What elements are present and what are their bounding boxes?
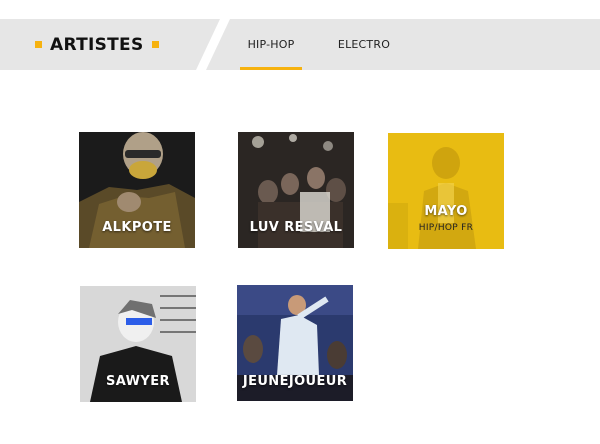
- artist-name: SAWYER: [106, 374, 170, 389]
- title-bullet-right: [151, 41, 159, 48]
- artist-card-mayo[interactable]: MAYO HIP/HOP FR: [388, 133, 504, 249]
- artist-card-alkpote[interactable]: ALKPOTE: [79, 132, 195, 248]
- artist-name: ALKPOTE: [102, 220, 172, 235]
- title-bullet-left: [35, 41, 42, 48]
- artist-card-jeunejoueur[interactable]: JEUNEJOUEUR: [237, 285, 353, 401]
- artist-name: LUV RESVAL: [249, 220, 343, 235]
- page-title-text: ARTISTES: [50, 34, 144, 55]
- artist-genre: HIP/HOP FR: [418, 223, 474, 233]
- artist-card-sawyer[interactable]: SAWYER: [80, 286, 196, 402]
- artist-name: MAYO: [424, 204, 468, 219]
- artist-card-luv-resval[interactable]: LUV RESVAL: [238, 132, 354, 248]
- artist-name: JEUNEJOUEUR: [242, 374, 348, 389]
- tab-hip-hop[interactable]: HIP-HOP: [240, 19, 302, 70]
- genre-tabs: HIP-HOP ELECTRO: [240, 19, 394, 70]
- tab-electro[interactable]: ELECTRO: [334, 19, 394, 70]
- page-title: ARTISTES: [35, 19, 159, 70]
